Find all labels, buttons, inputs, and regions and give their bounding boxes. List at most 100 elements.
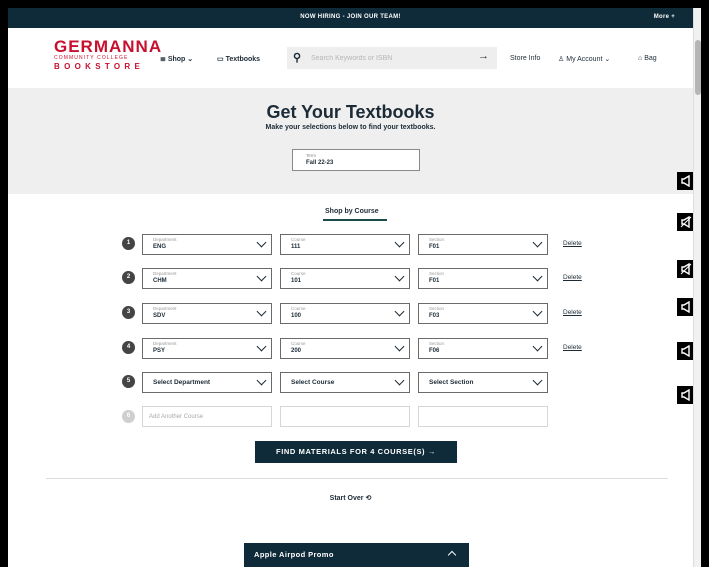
chevron-down-icon <box>394 271 405 282</box>
section-placeholder: Select Section <box>429 379 474 386</box>
shop-label: Shop <box>167 56 186 63</box>
term-select[interactable]: Term Fall 22-23 <box>292 149 420 171</box>
section-select[interactable]: Section F01 <box>418 268 548 289</box>
find-materials-button[interactable]: FIND MATERIALS FOR 4 COURSE(S) → <box>255 441 457 463</box>
start-over-button[interactable]: Start Over ⟲ <box>8 494 693 502</box>
promo-title: Apple Airpod Promo <box>254 550 334 559</box>
department-value: SDV <box>153 313 166 319</box>
chevron-down-icon <box>394 375 405 386</box>
textbooks-link[interactable]: ▭ Textbooks <box>217 55 260 63</box>
search-submit-arrow-icon[interactable]: → <box>478 50 489 62</box>
germanna-logo[interactable]: GERMANNA COMMUNITY COLLEGE BOOKSTORE <box>54 38 161 71</box>
shop-menu[interactable]: ≣ Shop ⌄ <box>160 55 193 63</box>
chevron-down-icon <box>532 375 543 386</box>
department-value: CHM <box>153 278 167 284</box>
course-placeholder: Select Course <box>291 379 335 386</box>
store-info-link[interactable]: Store Info <box>510 55 540 62</box>
chevron-down-icon <box>256 375 267 386</box>
course-label: Course <box>291 341 306 346</box>
department-select[interactable]: Select Department <box>142 372 272 393</box>
browser-page: NOW HIRING - JOIN OUR TEAM! More + GERMA… <box>8 8 701 567</box>
course-select[interactable]: Select Course <box>280 372 410 393</box>
now-hiring-link[interactable]: NOW HIRING - JOIN OUR TEAM! <box>8 14 693 20</box>
section-select[interactable]: Section F06 <box>418 338 548 359</box>
search-input[interactable] <box>311 51 471 65</box>
hero-section: Get Your Textbooks Make your selections … <box>8 88 693 194</box>
logo-line-3: BOOKSTORE <box>54 62 145 71</box>
section-value: F01 <box>429 278 440 284</box>
course-label: Course <box>291 271 306 276</box>
chevron-up-icon[interactable] <box>447 550 457 560</box>
course-label: Course <box>291 306 306 311</box>
department-label: Department <box>153 271 177 276</box>
section-value: F06 <box>429 348 440 354</box>
delete-row-link[interactable]: Delete <box>563 240 582 247</box>
page-title: Get Your Textbooks <box>266 102 435 122</box>
section-select[interactable]: Section F01 <box>418 234 548 255</box>
section-select[interactable]: Section F03 <box>418 303 548 324</box>
department-label: Department <box>153 306 177 311</box>
course-select[interactable]: Course 100 <box>280 303 410 324</box>
top-promo-bar: NOW HIRING - JOIN OUR TEAM! More + <box>8 8 693 28</box>
promo-banner[interactable]: Apple Airpod Promo <box>244 543 469 567</box>
chevron-down-icon <box>256 341 267 352</box>
section-value: F01 <box>429 244 440 250</box>
page-scrollbar[interactable] <box>693 8 701 567</box>
textbooks-icon: ▭ <box>217 56 224 63</box>
department-label: Department <box>153 237 177 242</box>
add-another-course-placeholder: Add Another Course <box>149 414 204 420</box>
course-value: 100 <box>291 313 302 319</box>
section-label: Section <box>429 306 445 311</box>
department-select[interactable]: Department ENG <box>142 234 272 255</box>
course-select[interactable]: Course 200 <box>280 338 410 359</box>
site-header: GERMANNA COMMUNITY COLLEGE BOOKSTORE ≣ S… <box>8 28 693 88</box>
bag-label: Bag <box>644 55 657 62</box>
account-icon: ♙ <box>558 56 565 63</box>
department-select[interactable]: Department CHM <box>142 268 272 289</box>
chevron-down-icon <box>532 271 543 282</box>
course-value: 200 <box>291 348 302 354</box>
delete-row-link[interactable]: Delete <box>563 309 582 316</box>
chevron-down-icon <box>532 306 543 317</box>
bag-icon: ⌂ <box>638 55 643 62</box>
course-value: 101 <box>291 278 302 284</box>
shop-menu-icon: ≣ <box>160 56 166 63</box>
course-select[interactable]: Course 111 <box>280 234 410 255</box>
section-select[interactable]: Select Section <box>418 372 548 393</box>
term-label: Term <box>306 153 316 158</box>
department-select[interactable]: Department SDV <box>142 303 272 324</box>
start-over-label: Start Over <box>329 495 364 502</box>
course-select[interactable]: Course 101 <box>280 268 410 289</box>
refresh-icon: ⟲ <box>365 495 372 502</box>
divider <box>46 478 668 479</box>
bag-link[interactable]: ⌂ Bag <box>638 55 657 62</box>
chevron-down-icon <box>394 306 405 317</box>
department-placeholder: Select Department <box>153 379 211 386</box>
chevron-down-icon <box>532 237 543 248</box>
add-another-course-field[interactable]: Add Another Course <box>142 406 272 427</box>
chevron-down-icon <box>256 306 267 317</box>
term-value: Fall 22-23 <box>306 160 334 166</box>
scrollbar-thumb[interactable] <box>695 40 701 95</box>
delete-row-link[interactable]: Delete <box>563 344 582 351</box>
my-account-label: My Account <box>566 56 603 63</box>
row-number-3: 3 <box>122 306 135 319</box>
my-account-menu[interactable]: ♙ My Account ⌄ <box>558 55 610 63</box>
page-subtitle: Make your selections below to find your … <box>265 124 436 131</box>
department-value: PSY <box>153 348 166 354</box>
chevron-down-icon: ⌄ <box>187 56 194 63</box>
row-number-6: 6 <box>122 410 135 423</box>
delete-row-link[interactable]: Delete <box>563 274 582 281</box>
section-label: Section <box>429 341 445 346</box>
course-select-disabled <box>280 406 410 427</box>
search-icon: ⚲ <box>293 52 302 64</box>
logo-line-2: COMMUNITY COLLEGE <box>54 55 129 61</box>
tab-shop-by-course[interactable]: Shop by Course <box>325 208 379 215</box>
row-number-2: 2 <box>122 271 135 284</box>
department-select[interactable]: Department PSY <box>142 338 272 359</box>
course-value: 111 <box>291 244 301 250</box>
more-link[interactable]: More + <box>654 14 675 20</box>
chevron-down-icon <box>256 271 267 282</box>
section-select-disabled <box>418 406 548 427</box>
textbooks-label: Textbooks <box>225 56 261 63</box>
